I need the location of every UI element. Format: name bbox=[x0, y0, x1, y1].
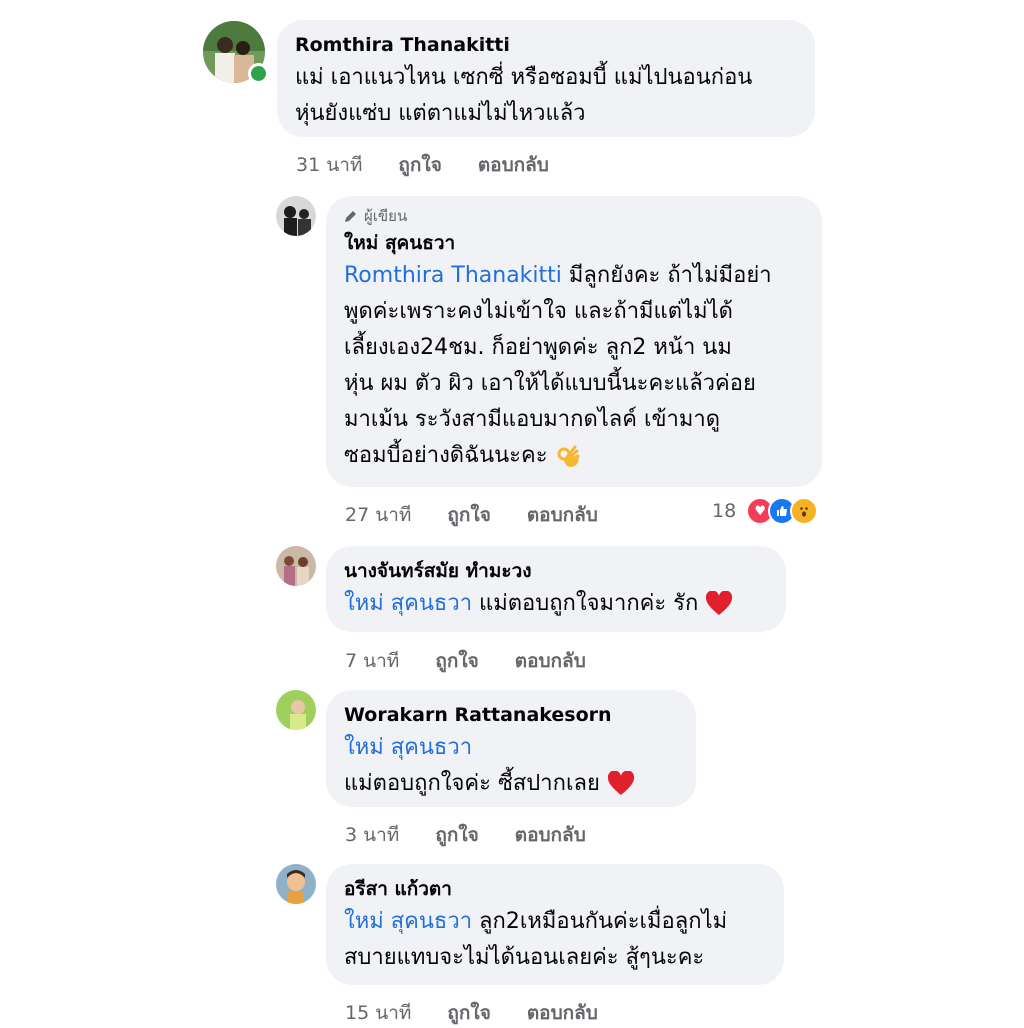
comment-text-line: แม่ตอบถูกใจค่ะ ซี้สปากเลย bbox=[344, 766, 678, 802]
comment-text-line: หุ่น ผม ตัว ผิว เอาให้ได้แบบนี้นะคะแล้วค… bbox=[344, 371, 756, 396]
like-button[interactable]: ถูกใจ bbox=[447, 500, 490, 530]
commenter-name[interactable]: Romthira Thanakitti bbox=[295, 32, 797, 58]
comment-time[interactable]: 31 นาที bbox=[296, 150, 362, 180]
comment-actions: 3 นาที ถูกใจ ตอบกลับ bbox=[345, 820, 622, 850]
comment-text-line: มาเม้น ระวังสามีแอบมากดไลค์ เข้ามาดู bbox=[344, 407, 721, 432]
reply-button[interactable]: ตอบกลับ bbox=[527, 500, 598, 530]
avatar[interactable] bbox=[276, 546, 316, 586]
comment-bubble: อรีสา แก้วตา ใหม่ สุคนธวา ลูก2เหมือนกันค… bbox=[326, 864, 784, 985]
comment-text-line: ใหม่ สุคนธวา ลูก2เหมือนกันค่ะเมื่อลูกไม่ bbox=[344, 904, 766, 940]
comment-time[interactable]: 27 นาที bbox=[345, 500, 411, 530]
reaction-summary[interactable]: 18 ♥ bbox=[712, 497, 819, 525]
comment-bubble: นางจันทร์สมัย ทำมะวง ใหม่ สุคนธวา แม่ตอบ… bbox=[326, 546, 786, 632]
comment-text-line: พูดค่ะเพราะคงไม่เข้าใจ และถ้ามีแต่ไม่ได้ bbox=[344, 299, 733, 324]
mention-link[interactable]: Romthira Thanakitti bbox=[344, 263, 562, 288]
comment-text: แม่ตอบถูกใจค่ะ ซี้สปากเลย bbox=[344, 771, 600, 796]
commenter-name[interactable]: Worakarn Rattanakesorn bbox=[344, 702, 678, 728]
comment-text-line: เลี้ยงเอง24ชม. ก็อย่าพูดค่ะ ลูก2 หน้า นม bbox=[344, 335, 732, 360]
comment-text-line: Romthira Thanakitti มีลูกยังคะ ถ้าไม่มีอ… bbox=[344, 258, 804, 294]
like-button[interactable]: ถูกใจ bbox=[398, 150, 441, 180]
comment-text-line: ใหม่ สุคนธวา แม่ตอบถูกใจมากค่ะ รัก bbox=[344, 586, 768, 622]
reply-button[interactable]: ตอบกลับ bbox=[478, 150, 549, 180]
comment-text-line: แม่ เอาแนวไหน เซกซี่ หรือซอมบี้ แม่ไปนอน… bbox=[295, 65, 753, 90]
pencil-icon bbox=[345, 211, 356, 222]
comment-text-line: สบายแทบจะไม่ได้นอนเลยค่ะ สู้ๆนะคะ bbox=[344, 945, 705, 970]
comment-actions: 27 นาที ถูกใจ ตอบกลับ bbox=[345, 500, 634, 530]
avatar[interactable] bbox=[276, 196, 316, 236]
avatar[interactable] bbox=[276, 864, 316, 904]
ok-hand-emoji bbox=[557, 445, 580, 467]
comment-text: มีลูกยังคะ ถ้าไม่มีอย่า bbox=[561, 263, 772, 288]
comment-text-line: หุ่นยังแซ่บ แต่ตาแม่ไม่ไหวแล้ว bbox=[295, 101, 586, 126]
comment-text: ลูก2เหมือนกันค่ะเมื่อลูกไม่ bbox=[472, 909, 728, 934]
mention-link[interactable]: ใหม่ สุคนธวา bbox=[344, 909, 472, 934]
red-heart-emoji bbox=[607, 771, 634, 795]
wow-reaction-icon bbox=[790, 497, 819, 525]
comment-text: ซอมบี้อย่างดิฉันนะคะ bbox=[344, 443, 548, 468]
red-heart-emoji bbox=[706, 591, 733, 615]
comment-bubble: Romthira Thanakitti แม่ เอาแนวไหน เซกซี่… bbox=[277, 20, 815, 137]
like-button[interactable]: ถูกใจ bbox=[435, 820, 478, 850]
avatar[interactable] bbox=[276, 690, 316, 730]
comment-actions: 31 นาที ถูกใจ ตอบกลับ bbox=[296, 150, 585, 180]
commenter-name[interactable]: อรีสา แก้วตา bbox=[344, 876, 766, 902]
reaction-count: 18 bbox=[712, 500, 737, 522]
mention-link[interactable]: ใหม่ สุคนธวา bbox=[344, 591, 472, 616]
author-badge: ผู้เขียน bbox=[344, 206, 804, 226]
comment-time[interactable]: 7 นาที bbox=[345, 646, 399, 676]
comment-actions: 7 นาที ถูกใจ ตอบกลับ bbox=[345, 646, 622, 676]
reply-button[interactable]: ตอบกลับ bbox=[515, 646, 586, 676]
like-button[interactable]: ถูกใจ bbox=[435, 646, 478, 676]
comment-bubble: Worakarn Rattanakesorn ใหม่ สุคนธวา แม่ต… bbox=[326, 690, 696, 807]
commenter-name[interactable]: นางจันทร์สมัย ทำมะวง bbox=[344, 558, 768, 584]
mention-link[interactable]: ใหม่ สุคนธวา bbox=[344, 730, 678, 766]
author-badge-label: ผู้เขียน bbox=[364, 207, 408, 225]
reply-button[interactable]: ตอบกลับ bbox=[515, 820, 586, 850]
comment-text-line: ซอมบี้อย่างดิฉันนะคะ bbox=[344, 438, 804, 474]
commenter-name[interactable]: ใหม่ สุคนธวา bbox=[344, 230, 804, 256]
comment-bubble: ผู้เขียน ใหม่ สุคนธวา Romthira Thanakitt… bbox=[326, 196, 822, 487]
comment-time[interactable]: 3 นาที bbox=[345, 820, 399, 850]
online-status-dot bbox=[248, 63, 269, 84]
comment-text: แม่ตอบถูกใจมากค่ะ รัก bbox=[472, 591, 699, 616]
